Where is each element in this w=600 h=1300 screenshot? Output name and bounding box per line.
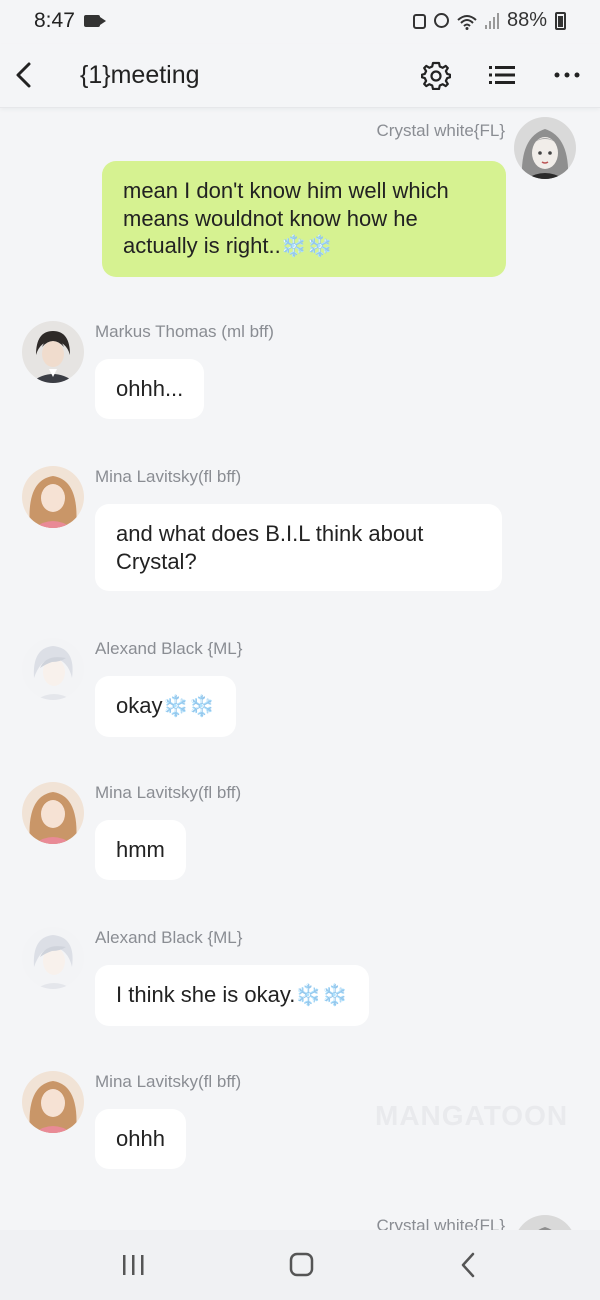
avatar-alexand[interactable] [22,927,84,989]
avatar-crystal[interactable] [514,1215,576,1230]
message-text: ohhh [116,1126,165,1151]
nav-back-icon [461,1252,475,1278]
message-text: and what does B.I.L think about Crystal? [116,521,424,574]
battery-icon [555,11,566,30]
message-text: hmm [116,837,165,862]
sender-name: Mina Lavitsky(fl bff) [95,1072,242,1091]
sender-name: Crystal white{FL} [376,121,506,140]
more-icon [554,72,580,78]
message-text: I think she is okay. [116,982,296,1007]
settings-button[interactable] [420,60,452,91]
status-time: 8:47 [34,9,75,32]
message-bubble[interactable]: ohhh... [95,359,205,419]
avatar-mina[interactable] [22,1071,84,1133]
gear-icon [420,61,452,91]
message-bubble[interactable]: I think she is okay.❄️❄️ [95,965,369,1026]
sender-name: Mina Lavitsky(fl bff) [95,467,242,486]
message-bubble[interactable]: and what does B.I.L think about Crystal? [95,504,502,591]
list-icon [489,66,515,84]
lock-icon [412,14,426,29]
signal-icon [484,12,499,29]
wifi-icon [457,13,477,30]
home-button[interactable] [281,1250,321,1280]
avatar-alexand[interactable] [22,638,84,700]
sender-name: Mina Lavitsky(fl bff) [95,783,242,802]
page-title: {1}meeting [80,61,200,89]
chat-thread[interactable]: Crystal white{FL} mean I don't know him … [0,109,600,1230]
status-bar: 8:47 88% [0,0,600,44]
alarm-icon [433,13,449,28]
home-icon [289,1252,314,1277]
video-camera-icon [84,15,106,27]
message-bubble[interactable]: ohhh [95,1109,186,1169]
recent-apps-button[interactable] [113,1250,153,1280]
recent-apps-icon [123,1255,144,1275]
system-nav-bar [0,1230,600,1300]
avatar-crystal[interactable] [514,117,576,179]
watermark-logo: MANGATOON [375,1100,569,1131]
message-text: ohhh... [116,376,184,401]
snowflake-emoji: ❄️❄️ [280,235,334,258]
member-list-button[interactable] [487,60,517,90]
nav-back-button[interactable] [449,1250,489,1280]
message-text: okay [116,693,163,718]
message-bubble[interactable]: hmm [95,820,186,880]
status-icons: 88% [412,9,566,32]
more-button[interactable] [552,60,582,90]
battery-percent: 88% [506,9,547,31]
back-arrow-icon [16,62,31,88]
avatar-mina[interactable] [22,782,84,844]
avatar-mina[interactable] [22,466,84,528]
avatar-markus[interactable] [22,321,84,383]
message-bubble[interactable]: mean I don't know him well which means w… [102,161,506,277]
sender-name: Crystal white{FL} [376,1216,506,1230]
sender-name: Alexand Black {ML} [95,639,243,658]
sender-name: Alexand Black {ML} [95,928,243,947]
back-button[interactable] [10,58,40,92]
message-bubble[interactable]: okay❄️❄️ [95,676,236,737]
snowflake-emoji: ❄️❄️ [162,695,215,718]
sender-name: Markus Thomas (ml bff) [95,322,274,341]
snowflake-emoji: ❄️❄️ [295,984,348,1007]
chat-header: {1}meeting [0,44,600,108]
